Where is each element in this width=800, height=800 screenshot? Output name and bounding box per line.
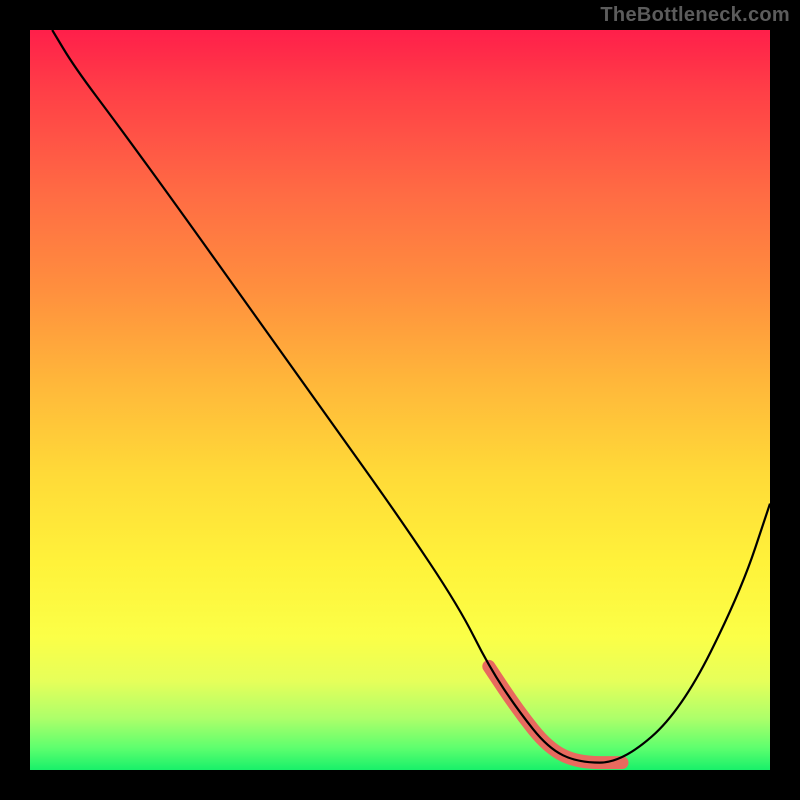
- trough-accent: [489, 666, 622, 762]
- curve-svg: [30, 30, 770, 770]
- chart-frame: TheBottleneck.com: [0, 0, 800, 800]
- plot-area: [30, 30, 770, 770]
- watermark-text: TheBottleneck.com: [600, 4, 790, 27]
- bottleneck-curve: [52, 30, 770, 763]
